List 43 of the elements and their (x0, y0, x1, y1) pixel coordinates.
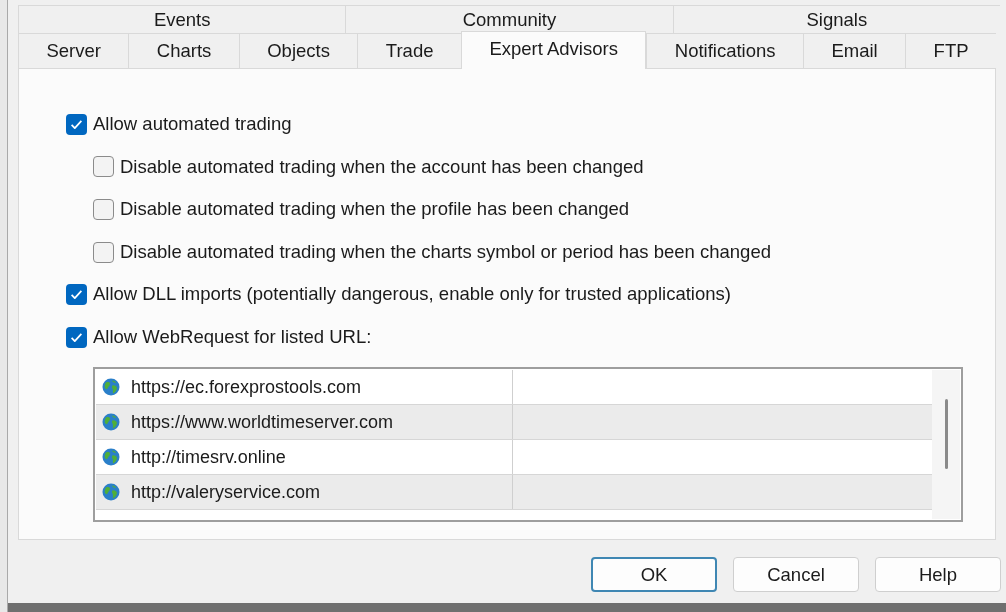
globe-icon (102, 447, 120, 466)
tab[interactable]: Community (345, 5, 673, 33)
scrollbar-thumb[interactable] (944, 398, 948, 469)
url-text: https://ec.forexprostools.com (131, 377, 362, 396)
scrollbar[interactable] (932, 369, 960, 519)
checkmark-icon (71, 119, 82, 129)
url-list-row[interactable]: https://ec.forexprostools.com (96, 369, 932, 405)
tab[interactable]: FTP (905, 33, 996, 68)
tab[interactable]: Email (803, 33, 906, 68)
url-text: http://valeryservice.com (131, 482, 321, 501)
globe-icon (102, 412, 120, 431)
checkbox[interactable] (66, 113, 87, 135)
dialog-button[interactable]: OK (591, 557, 717, 592)
checkmark-icon (71, 332, 82, 342)
tab[interactable]: Events (18, 5, 346, 33)
url-list-row[interactable]: http://valeryservice.com (96, 474, 932, 510)
checkbox[interactable] (66, 284, 87, 306)
dialog-button[interactable]: Cancel (733, 557, 859, 592)
checkbox[interactable] (93, 199, 114, 220)
tab[interactable]: Signals (672, 5, 1000, 33)
url-text: https://www.worldtimeserver.com (131, 412, 394, 431)
checkbox-label[interactable]: Disable automated trading when the account has been changed (120, 157, 644, 177)
tab[interactable]: Charts (128, 33, 239, 68)
checkbox-label[interactable]: Disable automated trading when the profile has been changed (120, 200, 630, 219)
checkmark-icon (71, 290, 82, 300)
globe-icon (102, 377, 120, 396)
checkbox-label[interactable]: Disable automated trading when the charts symbol or period has been changed (120, 242, 771, 262)
tab[interactable]: Expert Advisors (460, 31, 647, 69)
tab[interactable]: Server (18, 33, 129, 68)
tab[interactable]: Notifications (646, 33, 803, 68)
checkbox[interactable] (66, 326, 87, 348)
tab[interactable]: Trade (357, 33, 461, 68)
checkbox[interactable] (93, 156, 114, 178)
url-list-row[interactable]: http://timesrv.online (96, 439, 932, 475)
dialog-button[interactable]: Help (875, 557, 1001, 592)
tab[interactable]: Objects (238, 33, 358, 68)
checkbox-label[interactable]: Allow WebRequest for listed URL: (93, 328, 372, 347)
checkbox-label[interactable]: Allow automated trading (93, 115, 292, 134)
checkbox-label[interactable]: Allow DLL imports (potentially dangerous, enable only for trusted applications) (93, 285, 731, 304)
url-list-row[interactable]: https://www.worldtimeserver.com (96, 404, 932, 440)
globe-icon (102, 482, 120, 501)
checkbox[interactable] (93, 241, 114, 263)
url-text: http://timesrv.online (131, 447, 286, 466)
